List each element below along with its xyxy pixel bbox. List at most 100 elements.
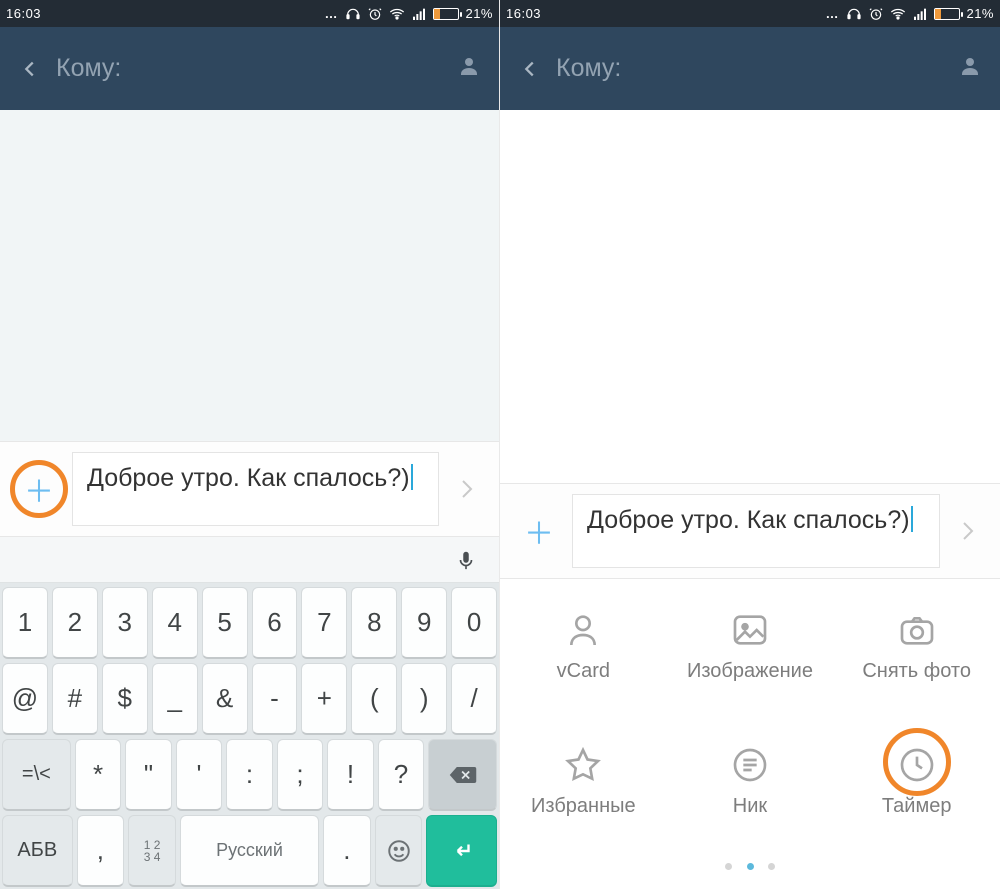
attach-label: Избранные [531,795,636,818]
key-squote[interactable]: ' [176,739,223,811]
key-abc[interactable]: АБВ [2,815,73,887]
key-dollar[interactable]: $ [102,663,148,735]
recipient-field[interactable]: Кому: [550,54,621,83]
numpad-label: 1 23 4 [144,839,161,863]
send-button[interactable] [940,516,994,546]
back-button[interactable] [10,49,50,89]
key-plus[interactable]: + [301,663,347,735]
recipient-field[interactable]: Кому: [50,54,121,83]
key-4[interactable]: 4 [152,587,198,659]
attach-button[interactable]: ＋ [6,456,72,522]
key-bang[interactable]: ! [327,739,374,811]
attach-button[interactable]: ＋ [506,498,572,564]
key-3[interactable]: 3 [102,587,148,659]
key-at[interactable]: @ [2,663,48,735]
attach-label: Таймер [882,795,952,818]
more-dots-icon: … [324,6,339,21]
key-star[interactable]: * [75,739,122,811]
key-6[interactable]: 6 [252,587,298,659]
status-bar: 16:03 … 21% [0,0,499,27]
message-text: Доброе утро. Как спалось?) [587,506,910,534]
key-1[interactable]: 1 [2,587,48,659]
battery-icon [433,8,459,20]
page-indicator [500,849,1000,889]
message-text: Доброе утро. Как спалось?) [87,464,410,492]
chevron-left-icon [519,58,541,80]
alarm-icon [367,6,383,22]
more-dots-icon: … [825,6,840,21]
key-enter[interactable] [426,815,497,887]
attach-image[interactable]: Изображение [667,579,834,714]
key-question[interactable]: ? [378,739,425,811]
key-space[interactable]: Русский [180,815,319,887]
key-backspace[interactable] [428,739,497,811]
plus-icon: ＋ [24,467,54,511]
key-underscore[interactable]: _ [152,663,198,735]
key-row-4: АБВ , 1 23 4 Русский . [0,813,499,889]
chevron-right-icon [454,474,478,504]
battery-percent: 21% [966,6,994,21]
status-icons: … 21% [324,6,493,22]
text-cursor [911,506,913,532]
battery-icon [934,8,960,20]
alarm-icon [868,6,884,22]
key-colon[interactable]: : [226,739,273,811]
chat-icon [730,745,770,785]
back-button[interactable] [510,49,550,89]
key-row-3: =\< * " ' : ; ! ? [0,737,499,813]
key-9[interactable]: 9 [401,587,447,659]
wifi-icon [389,6,405,22]
attach-camera[interactable]: Снять фото [833,579,1000,714]
camera-icon [897,610,937,650]
left-screenshot: 16:03 … 21% Кому: ＋ Доброе утро. Как [0,0,500,889]
key-symbols-toggle[interactable]: =\< [2,739,71,811]
key-comma[interactable]: , [77,815,125,887]
key-2[interactable]: 2 [52,587,98,659]
person-icon [958,54,982,78]
message-input[interactable]: Доброе утро. Как спалось?) [72,452,439,526]
key-lparen[interactable]: ( [351,663,397,735]
attach-timer[interactable]: Таймер [833,714,1000,849]
signal-icon [411,6,427,22]
wifi-icon [890,6,906,22]
key-7[interactable]: 7 [301,587,347,659]
key-dquote[interactable]: " [125,739,172,811]
key-hash[interactable]: # [52,663,98,735]
page-dot [725,863,732,870]
compose-bar: ＋ Доброе утро. Как спалось?) [500,483,1000,579]
mic-icon[interactable] [455,549,477,571]
key-rparen[interactable]: ) [401,663,447,735]
key-numpad[interactable]: 1 23 4 [128,815,176,887]
message-input[interactable]: Доброе утро. Как спалось?) [572,494,940,568]
messages-area [0,110,499,441]
key-semicolon[interactable]: ; [277,739,324,811]
add-contact-button[interactable] [449,54,489,83]
status-time: 16:03 [6,6,41,21]
text-cursor [411,464,413,490]
key-row-1: 1 2 3 4 5 6 7 8 9 0 [0,585,499,661]
status-icons: … 21% [825,6,994,22]
status-time: 16:03 [506,6,541,21]
key-dash[interactable]: - [252,663,298,735]
key-slash[interactable]: / [451,663,497,735]
page-dot [768,863,775,870]
key-emoji[interactable] [375,815,423,887]
add-contact-button[interactable] [950,54,990,83]
clock-icon [897,745,937,785]
key-5[interactable]: 5 [202,587,248,659]
attach-label: Изображение [687,660,813,683]
keyboard-toolbar [0,537,499,583]
plus-icon: ＋ [524,509,554,553]
attach-label: Ник [733,795,767,818]
key-amp[interactable]: & [202,663,248,735]
attach-vcard[interactable]: vCard [500,579,667,714]
attach-nick[interactable]: Ник [667,714,834,849]
key-period[interactable]: . [323,815,371,887]
messages-area [500,110,1000,483]
key-8[interactable]: 8 [351,587,397,659]
attach-favorites[interactable]: Избранные [500,714,667,849]
attach-label: Снять фото [862,660,971,683]
key-0[interactable]: 0 [451,587,497,659]
signal-icon [912,6,928,22]
send-button[interactable] [439,474,493,504]
